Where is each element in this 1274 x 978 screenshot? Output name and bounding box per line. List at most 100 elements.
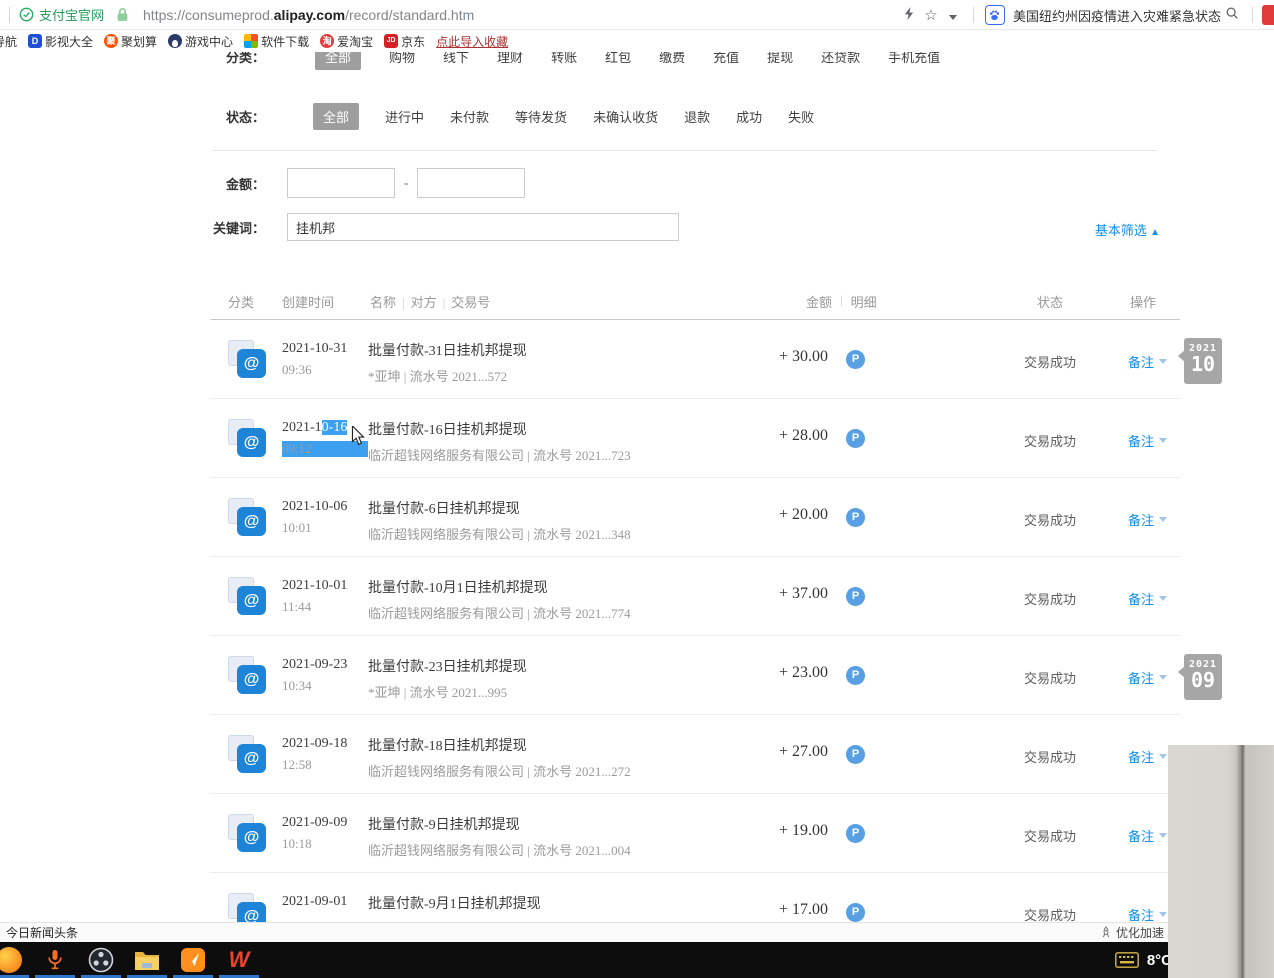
news-headline-bar[interactable]: 今日新闻头条 优化加速 [0,922,1274,942]
site-verification-badge[interactable]: 支付宝官网 [19,5,104,24]
remark-link[interactable]: 备注 [1128,431,1167,450]
category-chip[interactable]: 手机充值 [888,52,940,66]
remark-link[interactable]: 备注 [1128,668,1167,687]
win-grid-icon [244,34,258,48]
screen: { "colors": { "accent_blue": "#108ee9", … [0,0,1274,978]
category-chip[interactable]: 充值 [713,52,739,66]
keyword-input[interactable] [287,213,679,241]
amount-from-input[interactable] [287,168,395,198]
star-icon[interactable]: ☆ [920,6,942,24]
alipay-detail-icon[interactable]: P [846,350,865,369]
chevron-down-icon [1159,754,1167,759]
row-amount: + 20.00 [680,506,828,524]
alipay-detail-icon[interactable]: P [846,745,865,764]
taskbar-obs-button[interactable] [78,942,124,978]
tao-red-icon: 淘 [320,34,334,48]
remark-link[interactable]: 备注 [1128,510,1167,529]
chevron-down-icon [1159,912,1167,917]
taskbar-folder-button[interactable] [124,942,170,978]
keyboard-icon[interactable] [1115,952,1139,968]
search-icon[interactable] [1221,6,1243,24]
bookmark-item[interactable]: JD 京东 [384,33,425,50]
row-amount: + 23.00 [680,664,828,682]
taskbar-wps-button[interactable]: W [216,942,262,978]
category-chip[interactable]: 提现 [767,52,793,66]
microphone-icon [45,948,65,972]
bookmark-item[interactable]: 点此导入收藏 [436,33,508,50]
category-chip[interactable]: 还贷款 [821,52,860,66]
chevron-down-icon[interactable] [942,7,964,24]
optimize-link[interactable]: 优化加速 [1100,924,1164,941]
row-date: 2021-10-06 [282,499,368,515]
lock-icon [116,7,129,22]
check-circle-icon [19,7,34,22]
table-row: @ 2021-10-06 10:01 批量付款-6日挂机邦提现 临沂超钱网络服务… [210,478,1180,557]
status-chip[interactable]: 退款 [684,107,710,126]
site-badge-label: 支付宝官网 [39,5,104,24]
remark-link[interactable]: 备注 [1128,747,1167,766]
alipay-detail-icon[interactable]: P [846,903,865,922]
category-chip[interactable]: 红包 [605,52,631,66]
taskbar: W 8°C [0,942,1274,978]
row-date: 2021-10-31 [282,341,368,357]
transactions-table: 分类 创建时间 名称|对方|交易号 金额 | 明细 状态 操作 @ 2021-1… [210,278,1180,922]
status-chip[interactable]: 成功 [736,107,762,126]
folder-icon [134,949,160,971]
alipay-detail-icon[interactable]: P [846,587,865,606]
month-badge: 202110 [1184,338,1222,384]
remark-link[interactable]: 备注 [1128,905,1167,922]
bookmark-item[interactable]: 软件下载 [244,33,309,50]
table-header: 分类 创建时间 名称|对方|交易号 金额 | 明细 状态 操作 [210,278,1180,320]
news-headline-text[interactable]: 今日新闻头条 [6,924,78,941]
taskbar-browser-button[interactable] [0,942,32,978]
bookmark-item[interactable]: 游戏中心 [168,33,233,50]
row-time: 12:58 [282,757,368,773]
row-date: 2021-10-01 [282,578,368,594]
category-chip[interactable]: 全部 [315,52,361,70]
status-chip[interactable]: 失败 [788,107,814,126]
divider [1252,7,1253,23]
bookmarks-bar: 导航 D 影视大全 聚 聚划算 游戏中心 软件下载 淘 爱淘宝 JD 京东 点此… [0,30,1274,52]
amount-separator: - [404,175,408,191]
alipay-detail-icon[interactable]: P [846,824,865,843]
batch-payment-icon: @ [226,575,268,617]
category-chip[interactable]: 购物 [389,52,415,66]
mouse-cursor [350,426,366,446]
bookmark-item[interactable]: 导航 [0,33,17,50]
taskbar-recorder-button[interactable] [32,942,78,978]
amount-to-input[interactable] [417,168,525,198]
category-chip[interactable]: 理财 [497,52,523,66]
remark-link[interactable]: 备注 [1128,352,1167,371]
taskbar-clip-app-button[interactable] [170,942,216,978]
row-status: 交易成功 [980,589,1120,608]
alipay-detail-icon[interactable]: P [846,429,865,448]
browser-circle-icon [0,947,22,973]
status-filter-row: 状态： 全部进行中未付款等待发货未确认收货退款成功失败 [0,96,1274,136]
bookmark-item[interactable]: D 影视大全 [28,33,93,50]
baidu-icon[interactable] [985,5,1005,25]
status-chip[interactable]: 未付款 [450,107,489,126]
status-chip[interactable]: 等待发货 [515,107,567,126]
batch-payment-icon: @ [226,654,268,696]
hot-search-text[interactable]: 美国纽约州因疫情进入灾难紧急状态 [1013,6,1221,25]
url-text[interactable]: https://consumeprod.alipay.com/record/st… [143,7,474,23]
alipay-detail-icon[interactable]: P [846,508,865,527]
row-status: 交易成功 [980,352,1120,371]
wps-icon: W [229,947,250,973]
status-chip[interactable]: 未确认收货 [593,107,658,126]
remark-link[interactable]: 备注 [1128,589,1167,608]
category-chip[interactable]: 转账 [551,52,577,66]
remark-link[interactable]: 备注 [1128,826,1167,845]
bookmark-item[interactable]: 淘 爱淘宝 [320,33,373,50]
row-time: 10:01 [282,520,368,536]
category-chip[interactable]: 缴费 [659,52,685,66]
bookmark-item[interactable]: 聚 聚划算 [104,33,157,50]
alipay-detail-icon[interactable]: P [846,666,865,685]
lightning-icon[interactable] [898,6,920,25]
basic-filter-link[interactable]: 基本筛选 ▲ [1095,220,1160,239]
batch-payment-icon: @ [226,891,268,922]
status-chip[interactable]: 进行中 [385,107,424,126]
promo-icon[interactable] [1262,5,1274,25]
category-chip[interactable]: 线下 [443,52,469,66]
status-chip[interactable]: 全部 [313,103,359,130]
